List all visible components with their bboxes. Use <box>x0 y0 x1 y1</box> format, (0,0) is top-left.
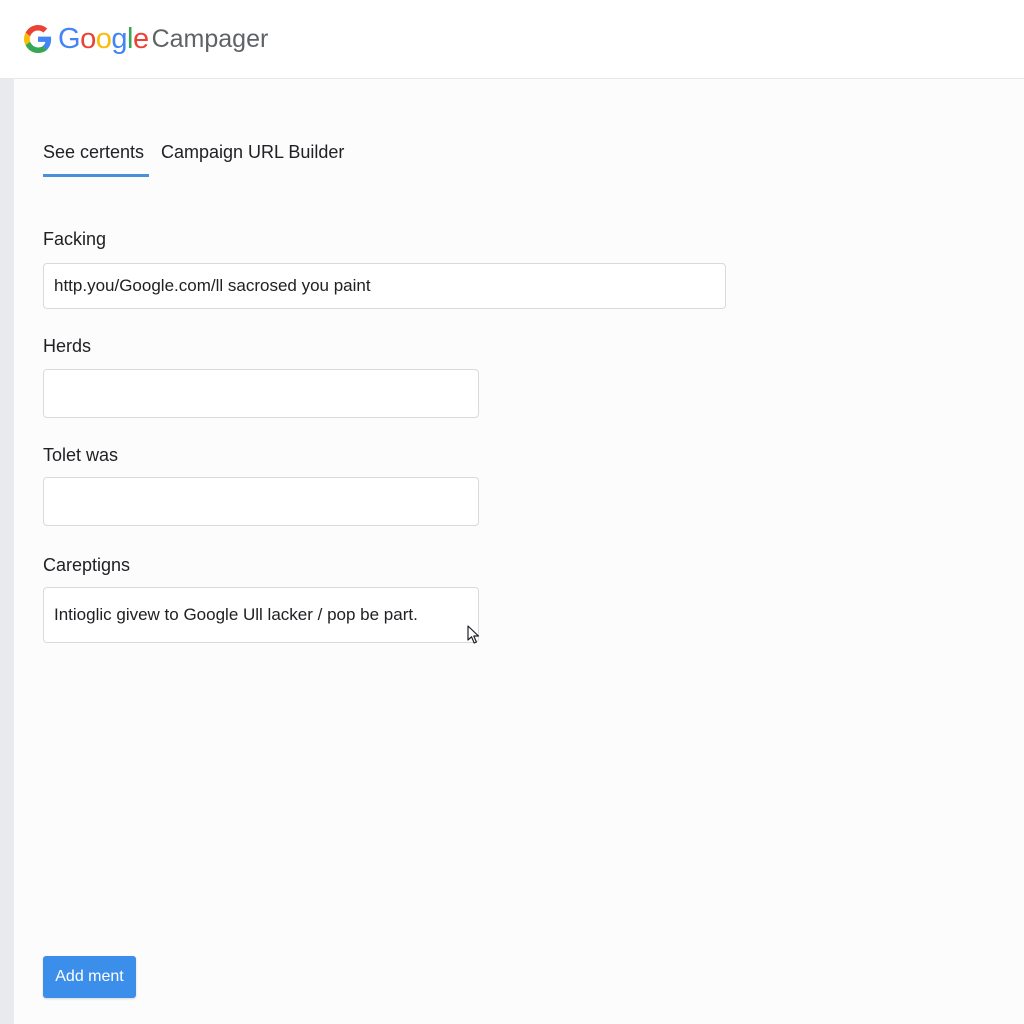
app-logo[interactable]: Google Campager <box>24 22 268 56</box>
main-content: See certents Campaign URL Builder Fackin… <box>14 79 1024 1024</box>
product-name: Campager <box>151 25 269 53</box>
careptigns-input[interactable] <box>43 587 479 643</box>
tolet-was-label: Tolet was <box>43 445 119 465</box>
wordmark-letter: g <box>111 23 127 55</box>
wordmark-letter: o <box>80 23 96 55</box>
wordmark-letter: G <box>58 23 81 55</box>
add-ment-button[interactable]: Add ment <box>43 956 136 998</box>
tolet-was-input[interactable] <box>43 477 479 526</box>
careptigns-label: Careptigns <box>43 555 131 575</box>
google-wordmark: Google <box>58 22 149 56</box>
google-g-icon <box>24 25 52 53</box>
facking-input[interactable] <box>43 263 726 309</box>
tab-campaign-url-builder[interactable]: Campaign URL Builder <box>161 141 344 177</box>
wordmark-letter: o <box>95 23 112 55</box>
app-header: Google Campager <box>0 0 1024 79</box>
tab-see-certents[interactable]: See certents <box>43 141 149 177</box>
mouse-pointer-icon <box>467 625 480 644</box>
tab-bar: See certents Campaign URL Builder <box>43 141 344 177</box>
herds-label: Herds <box>43 336 92 356</box>
wordmark-letter: e <box>132 23 149 55</box>
page: Google Campager See certents Campaign UR… <box>0 0 1024 1024</box>
herds-input[interactable] <box>43 369 479 418</box>
facking-label: Facking <box>43 229 107 249</box>
left-rail <box>0 79 14 1024</box>
